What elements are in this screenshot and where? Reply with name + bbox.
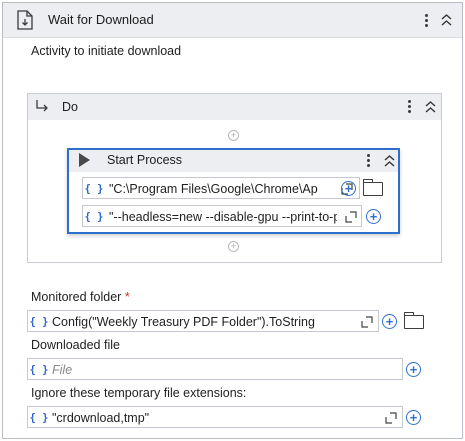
do-header[interactable]: [28, 94, 441, 120]
do-arrow-icon: [36, 100, 48, 112]
downloaded-file-placeholder: File: [52, 363, 73, 377]
add-extension-icon[interactable]: +: [406, 410, 421, 425]
ignore-extensions-field[interactable]: { } "crdownload,tmp": [27, 406, 403, 428]
do-title: Do: [62, 100, 78, 114]
add-arguments-icon[interactable]: +: [366, 209, 381, 224]
start-process-menu-icon[interactable]: [362, 151, 374, 169]
start-process-title: Start Process: [107, 153, 183, 167]
ignore-extensions-label: Ignore these temporary file extensions:: [31, 386, 247, 400]
monitored-folder-label: Monitored folder *: [31, 290, 130, 304]
add-downloaded-file-icon[interactable]: +: [406, 362, 421, 377]
activity-description: Activity to initiate download: [31, 44, 182, 58]
arguments-field[interactable]: { } "--headless=new --disable-gpu --prin…: [82, 205, 362, 227]
monitored-folder-value: Config("Weekly Treasury PDF Folder").ToS…: [52, 315, 315, 329]
expand-icon[interactable]: [385, 412, 397, 424]
activity-menu-icon[interactable]: [420, 11, 432, 29]
downloaded-file-field[interactable]: { } File: [27, 358, 403, 380]
collapse-icon[interactable]: [440, 13, 453, 27]
expression-braces-icon: { }: [29, 412, 49, 424]
expression-braces-icon: { }: [29, 316, 49, 328]
expression-braces-icon: { }: [84, 211, 104, 223]
download-file-icon: [17, 10, 33, 30]
file-name-field[interactable]: { } "C:\Program Files\Google\Chrome\Ap: [82, 177, 360, 199]
add-activity-above-icon[interactable]: +: [228, 130, 239, 141]
downloaded-file-label: Downloaded file: [31, 338, 120, 352]
do-menu-icon[interactable]: [403, 97, 415, 115]
start-process-collapse-icon[interactable]: [383, 154, 396, 168]
activity-title: Wait for Download: [48, 12, 154, 27]
monitored-folder-field[interactable]: { } Config("Weekly Treasury PDF Folder")…: [27, 310, 379, 332]
ignore-extensions-value: "crdownload,tmp": [52, 411, 150, 425]
expression-braces-icon: { }: [84, 183, 104, 195]
expand-icon[interactable]: [345, 211, 357, 223]
expression-braces-icon: { }: [29, 364, 49, 376]
expand-icon[interactable]: [361, 316, 373, 328]
add-argument-icon[interactable]: +: [341, 181, 356, 196]
do-collapse-icon[interactable]: [424, 100, 437, 114]
arguments-value: "--headless=new --disable-gpu --print-to…: [109, 210, 337, 224]
browse-folder-icon[interactable]: [404, 312, 424, 329]
add-activity-below-icon[interactable]: +: [228, 241, 239, 252]
file-name-value: "C:\Program Files\Google\Chrome\Ap: [109, 182, 318, 196]
folder-icon[interactable]: [363, 179, 383, 196]
play-icon: [79, 153, 90, 167]
add-monitored-folder-icon[interactable]: +: [382, 314, 397, 329]
required-indicator: *: [124, 290, 130, 304]
